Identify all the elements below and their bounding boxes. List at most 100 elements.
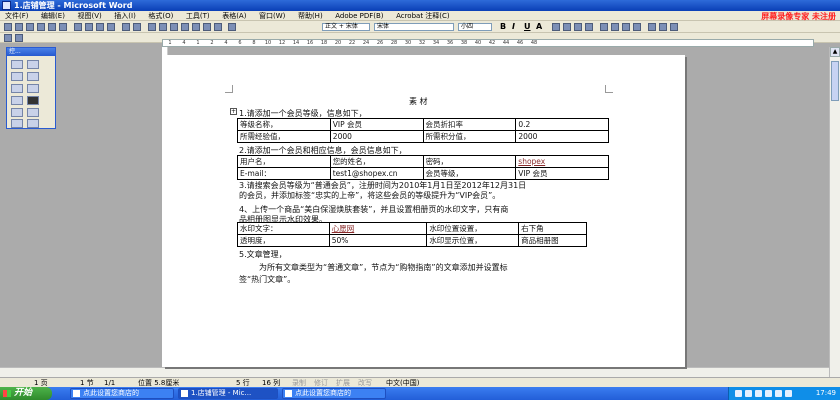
- tray-ime-icon[interactable]: [745, 390, 752, 397]
- bullets-icon[interactable]: [611, 23, 619, 31]
- palette-tool-icon[interactable]: [27, 60, 39, 69]
- palette-tool-icon[interactable]: [27, 96, 39, 105]
- hyperlink-icon[interactable]: [148, 23, 156, 31]
- menu-format[interactable]: 格式(O): [143, 11, 178, 21]
- palette-tool-icon[interactable]: [27, 108, 39, 117]
- palette-tool-icon[interactable]: [27, 84, 39, 93]
- font-size-combo[interactable]: 小四: [458, 23, 492, 31]
- open-icon[interactable]: [15, 23, 23, 31]
- menu-help[interactable]: 帮助(H): [293, 11, 328, 21]
- horizontal-ruler[interactable]: 1 4 1 2 4 6 8 10 12 14 16 18 20 22 24 26 28 30 32 34 36 38 40 4…: [162, 39, 814, 47]
- menu-table[interactable]: 表格(A): [217, 11, 251, 21]
- palette-tool-icon[interactable]: [27, 119, 39, 128]
- align-left-icon[interactable]: [552, 23, 560, 31]
- table-cell[interactable]: E-mail：: [237, 167, 331, 180]
- undo-icon[interactable]: [122, 23, 130, 31]
- pdf-email-icon[interactable]: [15, 34, 23, 42]
- table-cell[interactable]: 水印显示位置，: [426, 234, 520, 247]
- table-cell[interactable]: 所需经验值，: [237, 130, 331, 143]
- save-icon[interactable]: [26, 23, 34, 31]
- style-combo[interactable]: 正文 + 宋体: [322, 23, 370, 31]
- docmap-icon[interactable]: [192, 23, 200, 31]
- table-cell[interactable]: 透明度，: [237, 234, 330, 247]
- palette-tool-icon[interactable]: [11, 108, 23, 117]
- underline-button[interactable]: U: [524, 22, 531, 32]
- table-cell[interactable]: 商品相册图: [518, 234, 587, 247]
- table-cell[interactable]: 0.2: [515, 118, 609, 131]
- taskbar-button[interactable]: 1.店铺管理 - Mic...: [178, 388, 278, 399]
- bold-button[interactable]: B: [500, 22, 506, 32]
- table-cell[interactable]: 等级名称，: [237, 118, 331, 131]
- palette-tool-icon[interactable]: [11, 119, 23, 128]
- table-cell[interactable]: 用户名，: [237, 155, 331, 168]
- highlight-icon[interactable]: [659, 23, 667, 31]
- clock[interactable]: 17:49: [816, 387, 836, 400]
- table-cell[interactable]: 水印文字：: [237, 222, 330, 235]
- tray-app-icon[interactable]: [775, 390, 782, 397]
- justify-icon[interactable]: [585, 23, 593, 31]
- table-cell[interactable]: shopex: [515, 155, 609, 168]
- spelling-icon[interactable]: [59, 23, 67, 31]
- table-cell[interactable]: 2000: [515, 130, 609, 143]
- tray-app-icon[interactable]: [785, 390, 792, 397]
- preview-icon[interactable]: [48, 23, 56, 31]
- copy-icon[interactable]: [85, 23, 93, 31]
- table-cell[interactable]: 会员等级，: [422, 167, 517, 180]
- menu-insert[interactable]: 插入(I): [109, 11, 141, 21]
- scroll-thumb[interactable]: [831, 61, 839, 101]
- redo-icon[interactable]: [133, 23, 141, 31]
- taskbar-button[interactable]: 点此设置您商店的: [70, 388, 174, 399]
- pdf-convert-icon[interactable]: [4, 34, 12, 42]
- font-combo[interactable]: 宋体: [374, 23, 454, 31]
- table-cell[interactable]: VIP 会员: [329, 118, 424, 131]
- table-cell[interactable]: 右下角: [518, 222, 587, 235]
- horizontal-scrollbar[interactable]: [0, 367, 829, 377]
- numbering-icon[interactable]: [600, 23, 608, 31]
- zoom-icon[interactable]: [214, 23, 222, 31]
- menu-view[interactable]: 视图(V): [72, 11, 106, 21]
- table-cell[interactable]: 所需积分值，: [422, 130, 517, 143]
- menu-adobe-pdf[interactable]: Adobe PDF(B): [330, 11, 388, 21]
- menu-acrobat-comments[interactable]: Acrobat 注释(C): [391, 11, 455, 21]
- cut-icon[interactable]: [74, 23, 82, 31]
- new-doc-icon[interactable]: [4, 23, 12, 31]
- palette-tool-icon[interactable]: [11, 60, 23, 69]
- table-cell[interactable]: 50%: [328, 234, 428, 247]
- table-cell[interactable]: 水印位置设置，: [426, 222, 520, 235]
- tray-security-icon[interactable]: [765, 390, 772, 397]
- palette-tool-icon[interactable]: [11, 72, 23, 81]
- table-cell[interactable]: VIP 会员: [515, 167, 609, 180]
- vertical-scrollbar[interactable]: ▲: [829, 47, 840, 377]
- char-scale-button[interactable]: A: [536, 22, 542, 32]
- table-cell[interactable]: test1@shopex.cn: [329, 167, 424, 180]
- menu-file[interactable]: 文件(F): [0, 11, 34, 21]
- italic-button[interactable]: I: [512, 22, 515, 32]
- table-cell[interactable]: 密码，: [422, 155, 517, 168]
- table-cell[interactable]: 您的姓名，: [329, 155, 424, 168]
- help-icon[interactable]: [228, 23, 236, 31]
- table-cell[interactable]: 会员折扣率: [422, 118, 517, 131]
- format-painter-icon[interactable]: [107, 23, 115, 31]
- align-right-icon[interactable]: [574, 23, 582, 31]
- palette-title[interactable]: 控...: [7, 48, 55, 56]
- menu-tools[interactable]: 工具(T): [181, 11, 215, 21]
- font-color-icon[interactable]: [670, 23, 678, 31]
- palette-tool-icon[interactable]: [27, 72, 39, 81]
- increase-indent-icon[interactable]: [633, 23, 641, 31]
- paste-icon[interactable]: [96, 23, 104, 31]
- print-icon[interactable]: [37, 23, 45, 31]
- menu-edit[interactable]: 编辑(E): [36, 11, 70, 21]
- start-button[interactable]: 开始: [0, 387, 52, 400]
- columns-icon[interactable]: [170, 23, 178, 31]
- table-cell[interactable]: 2000: [329, 130, 424, 143]
- table-move-handle-icon[interactable]: +: [230, 108, 237, 115]
- palette-tool-icon[interactable]: [11, 96, 23, 105]
- drawing-icon[interactable]: [181, 23, 189, 31]
- tray-volume-icon[interactable]: [755, 390, 762, 397]
- palette-tool-icon[interactable]: [11, 84, 23, 93]
- scroll-up-icon[interactable]: ▲: [830, 47, 840, 57]
- taskbar-button[interactable]: 点此设置您商店的: [282, 388, 386, 399]
- table-cell[interactable]: 心愿网: [328, 222, 428, 235]
- tray-network-icon[interactable]: [735, 390, 742, 397]
- border-icon[interactable]: [648, 23, 656, 31]
